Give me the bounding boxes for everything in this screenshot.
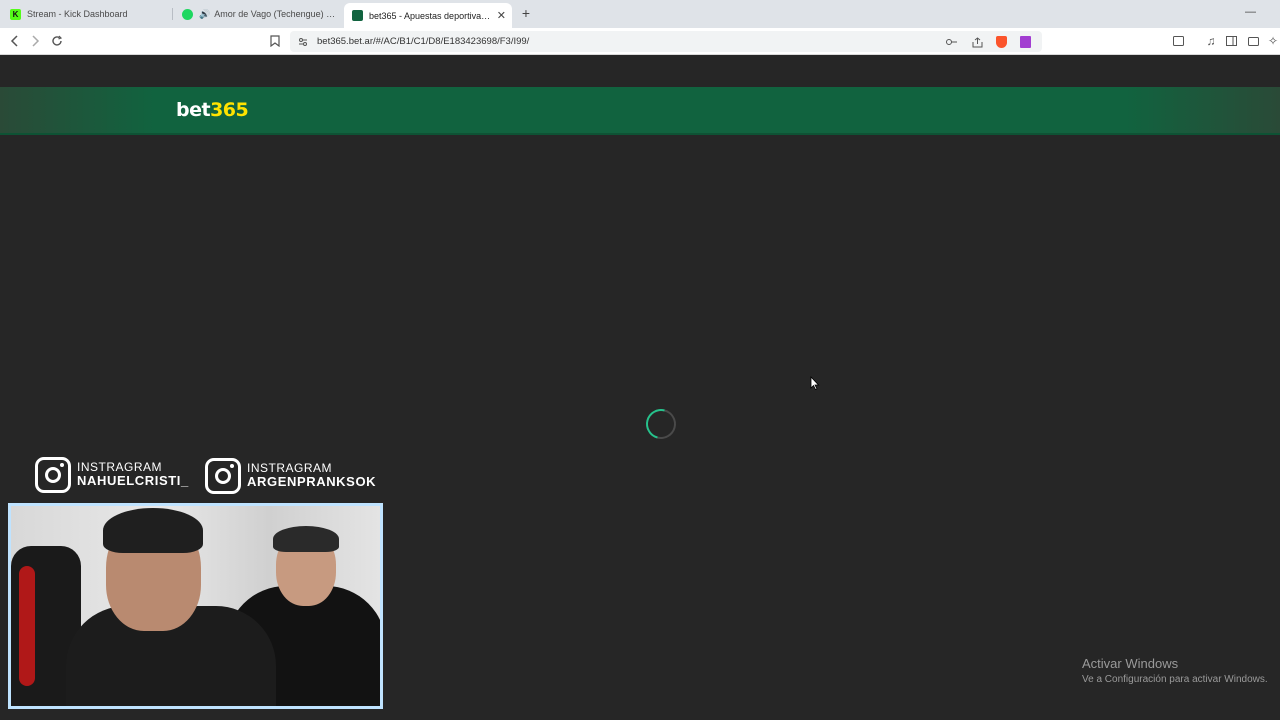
tab-bet365[interactable]: bet365 - Apuestas deportivas en ✕ (344, 3, 512, 28)
sidebar-icon[interactable] (1224, 34, 1238, 48)
instagram-icon (35, 457, 71, 493)
site-settings-icon[interactable] (296, 35, 310, 49)
instagram-handle: NAHUELCRISTI_ (77, 473, 189, 489)
streamer-2-hair (273, 526, 339, 552)
back-icon[interactable] (8, 34, 22, 48)
tab-title: Amor de Vago (Techengue) • Tom (214, 9, 338, 19)
logo-main: bet (176, 99, 211, 121)
new-tab-button[interactable]: + (518, 5, 534, 21)
site-header: bet365 (0, 87, 1280, 135)
instagram-icon (205, 458, 241, 494)
close-icon[interactable]: ✕ (497, 9, 506, 22)
brave-rewards-icon[interactable] (1020, 36, 1031, 48)
instagram-overlay-1: INSTRAGRAM NAHUELCRISTI_ (35, 457, 189, 493)
gaming-chair-accent (19, 566, 35, 686)
webcam-feed (8, 503, 383, 709)
address-bar[interactable]: bet365.bet.ar/#/AC/B1/C1/D8/E183423698/F… (290, 31, 1042, 52)
tab-title: bet365 - Apuestas deportivas en (369, 10, 491, 21)
streamer-1-hair (103, 508, 203, 553)
share-icon[interactable] (970, 35, 984, 49)
instagram-overlay-2: INSTRAGRAM ARGENPRANKSOK (205, 458, 376, 494)
activation-subtitle: Ve a Configuración para activar Windows. (1082, 674, 1268, 685)
bet365-logo[interactable]: bet365 (176, 99, 249, 121)
screenshot-icon[interactable] (1171, 34, 1185, 48)
wallet-icon[interactable] (1246, 34, 1260, 48)
minimize-button[interactable]: — (1245, 6, 1256, 18)
instagram-handle: ARGENPRANKSOK (247, 474, 377, 490)
brave-ai-icon[interactable]: ✧ (1266, 34, 1280, 48)
key-icon[interactable] (945, 35, 959, 49)
loading-spinner-icon (640, 403, 682, 445)
logo-accent: 365 (210, 99, 249, 121)
browser-toolbar: bet365.bet.ar/#/AC/B1/C1/D8/E183423698/F… (0, 28, 1280, 55)
bookmark-icon[interactable] (268, 34, 282, 48)
mouse-cursor-icon (810, 375, 820, 395)
tab-separator (172, 8, 173, 20)
speaker-icon[interactable]: 🔊 (199, 9, 210, 20)
media-icon[interactable]: ♫ (1204, 34, 1218, 48)
url-text: bet365.bet.ar/#/AC/B1/C1/D8/E183423698/F… (317, 36, 530, 47)
bet365-icon (352, 10, 363, 21)
tab-kick[interactable]: K Stream - Kick Dashboard (2, 3, 170, 25)
tab-title: Stream - Kick Dashboard (27, 9, 128, 19)
kick-icon: K (10, 8, 21, 20)
reload-icon[interactable] (50, 34, 64, 48)
forward-icon[interactable] (28, 34, 42, 48)
tab-strip: K Stream - Kick Dashboard 🔊 Amor de Vago… (0, 0, 1280, 28)
windows-activation-watermark: Activar Windows Ve a Configuración para … (1082, 656, 1268, 685)
tab-spotify[interactable]: 🔊 Amor de Vago (Techengue) • Tom (174, 3, 338, 25)
brave-shield-icon[interactable] (996, 36, 1007, 48)
activation-title: Activar Windows (1082, 656, 1179, 671)
spotify-icon (182, 8, 193, 20)
